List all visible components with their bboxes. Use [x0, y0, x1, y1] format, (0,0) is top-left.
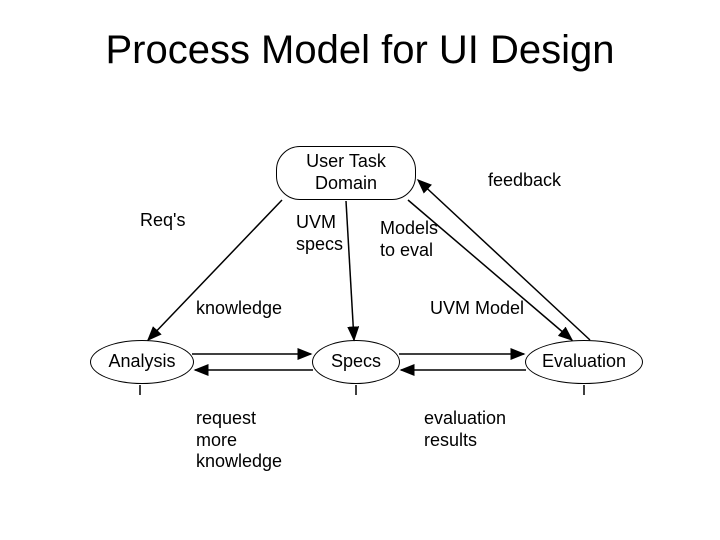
- node-specs-label: Specs: [331, 351, 381, 373]
- label-feedback: feedback: [488, 170, 561, 192]
- node-evaluation: Evaluation: [525, 340, 643, 384]
- node-evaluation-label: Evaluation: [542, 351, 626, 373]
- diagram-arrows: [0, 0, 720, 540]
- node-specs: Specs: [312, 340, 400, 384]
- label-reqs: Req's: [140, 210, 185, 232]
- label-uvm-model: UVM Model: [430, 298, 524, 320]
- node-user-task-domain: User Task Domain: [276, 146, 416, 200]
- label-knowledge: knowledge: [196, 298, 282, 320]
- node-analysis-label: Analysis: [108, 351, 175, 373]
- label-models-to-eval: Models to eval: [380, 218, 438, 261]
- label-request-more-knowledge: request more knowledge: [196, 408, 282, 473]
- node-analysis: Analysis: [90, 340, 194, 384]
- page-title: Process Model for UI Design: [0, 28, 720, 73]
- label-evaluation-results: evaluation results: [424, 408, 506, 451]
- node-user-task-domain-label: User Task Domain: [306, 151, 386, 194]
- label-uvm-specs: UVM specs: [296, 212, 343, 255]
